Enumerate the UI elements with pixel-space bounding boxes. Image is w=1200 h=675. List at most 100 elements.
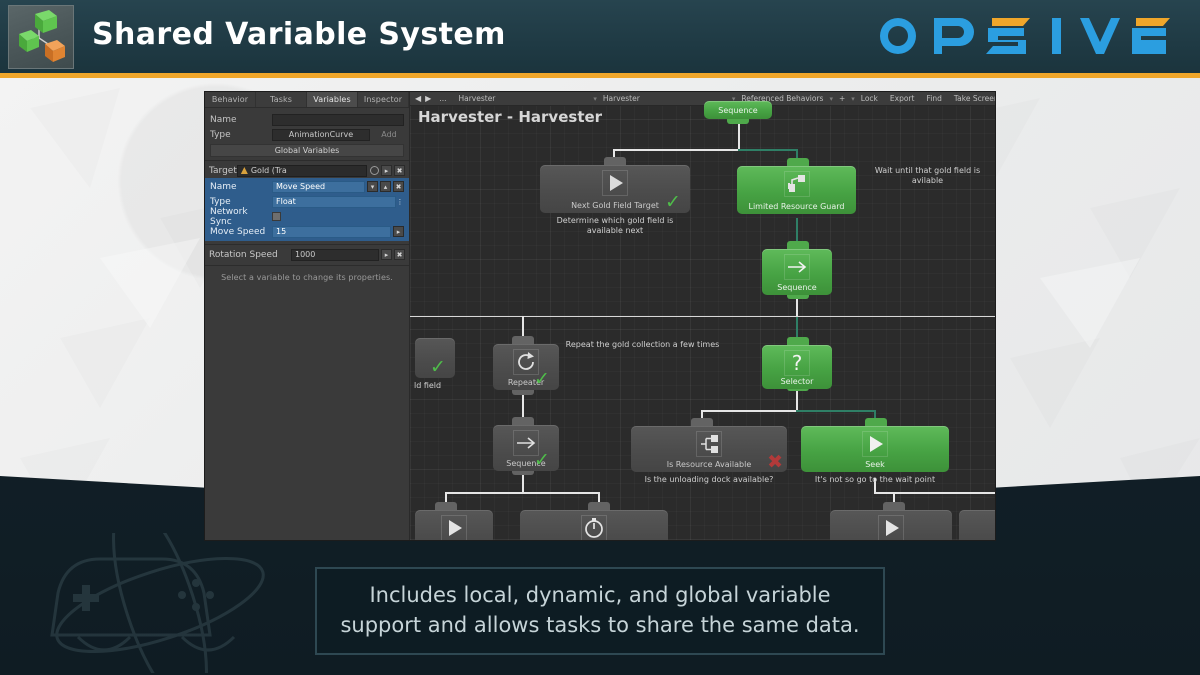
value-expand-button[interactable]: ▸	[393, 226, 404, 237]
variable-row-target[interactable]: Target Gold (Tra ▸ ✖	[205, 163, 409, 178]
edge-repeater-sequence3	[522, 393, 524, 419]
status-check-icon: ✓	[665, 195, 687, 211]
behavior-tree-canvas[interactable]: ◀ ▶ ... Harvester ▾ Harvester ▾ Referenc…	[410, 92, 995, 540]
target-object-field[interactable]: Gold (Tra	[237, 165, 367, 177]
node-bottom-edge[interactable]	[959, 510, 995, 540]
annotation-resource: Is the unloading dock available?	[621, 475, 797, 485]
add-reference-button[interactable]: +	[833, 94, 851, 103]
node-sequence-3[interactable]: Sequence ✓	[493, 425, 559, 471]
play-icon	[862, 431, 888, 457]
lock-button[interactable]: Lock	[855, 94, 884, 103]
nav-forward-icon[interactable]: ▶	[423, 94, 433, 103]
caption-line-1: Includes local, dynamic, and global vari…	[369, 581, 830, 611]
status-check-icon: ✓	[430, 360, 452, 376]
node-next-gold-field-target[interactable]: Next Gold Field Target ✓	[540, 165, 690, 213]
node-id-field[interactable]: ✓	[415, 338, 455, 378]
inspector-hint: Select a variable to change its properti…	[205, 273, 409, 282]
selected-variable-block: Name Move Speed ▾ ▴ ✖ Type Float ⋮ Netwo…	[205, 178, 409, 241]
breadcrumb-item-2[interactable]: Harvester	[597, 94, 646, 103]
play-icon	[878, 515, 904, 540]
rotation-speed-delete-button[interactable]: ✖	[394, 249, 405, 260]
target-expand-button[interactable]: ▸	[381, 165, 392, 176]
selected-name-row: Name Move Speed ▾ ▴ ✖	[205, 179, 409, 194]
arrow-right-icon	[784, 254, 810, 280]
network-sync-row: Network Sync	[205, 209, 409, 224]
edge-selector-right	[796, 410, 876, 412]
global-variables-header[interactable]: Global Variables	[210, 144, 404, 157]
delete-variable-button[interactable]: ✖	[393, 181, 404, 192]
status-cross-icon: ✖	[767, 454, 783, 470]
play-icon	[441, 515, 467, 540]
nav-back-icon[interactable]: ◀	[413, 94, 423, 103]
play-icon	[602, 170, 628, 196]
node-seek[interactable]: Seek	[801, 426, 949, 472]
annotation-guard: Wait until that gold field is avilable	[865, 166, 990, 186]
node-root-sequence[interactable]: Sequence	[704, 101, 772, 119]
product-logo-icon	[8, 5, 74, 69]
opsive-logo	[876, 14, 1176, 58]
new-variable-type-dropdown[interactable]: AnimationCurve	[272, 129, 370, 141]
header-accent-rule	[0, 73, 1200, 78]
edge-sequence3-down	[522, 473, 524, 493]
node-bottom-play-2[interactable]	[830, 510, 952, 540]
selected-value-label: Move Speed	[210, 227, 272, 237]
node-is-resource-available[interactable]: Is Resource Available ✖	[631, 426, 787, 472]
take-screenshot-button[interactable]: Take Screenshot	[948, 94, 995, 103]
add-variable-button[interactable]: Add	[374, 129, 404, 141]
edge-to-repeater	[522, 316, 524, 338]
caption-line-2: support and allows tasks to share the sa…	[340, 611, 859, 641]
node-label: Is Resource Available	[667, 460, 752, 469]
selected-type-dropdown[interactable]: Float	[272, 196, 396, 208]
node-limited-resource-guard[interactable]: Limited Resource Guard	[737, 166, 856, 214]
unity-editor-window: Behavior Tasks Variables Inspector Name …	[205, 92, 995, 540]
rotation-speed-label: Rotation Speed	[209, 250, 291, 260]
caption-box: Includes local, dynamic, and global vari…	[315, 567, 885, 655]
selected-value-row: Move Speed 15 ▸	[205, 224, 409, 239]
object-picker-icon[interactable]	[370, 166, 379, 175]
breadcrumb-item-1[interactable]: Harvester	[452, 94, 501, 103]
new-variable-type-row: Type AnimationCurve Add	[205, 127, 409, 142]
tab-tasks[interactable]: Tasks	[256, 92, 307, 107]
node-label: Next Gold Field Target	[571, 201, 659, 210]
edge-root-left	[613, 149, 740, 151]
find-button[interactable]: Find	[920, 94, 947, 103]
rotation-speed-input[interactable]: 1000	[291, 249, 379, 261]
tab-inspector[interactable]: Inspector	[358, 92, 409, 107]
edge-horizontal-rail	[410, 316, 995, 317]
selected-name-label: Name	[210, 182, 272, 192]
network-sync-checkbox[interactable]	[272, 212, 281, 221]
node-repeater[interactable]: Repeater ✓	[493, 344, 559, 390]
rotation-speed-expand-button[interactable]: ▸	[381, 249, 392, 260]
node-bottom-timer[interactable]	[520, 510, 668, 540]
tab-variables[interactable]: Variables	[307, 92, 358, 107]
new-variable-type-label: Type	[210, 130, 272, 140]
node-bottom-play-1[interactable]	[415, 510, 493, 540]
variable-row-rotation-speed[interactable]: Rotation Speed 1000 ▸ ✖	[205, 247, 409, 262]
status-check-icon: ✓	[534, 453, 556, 469]
selected-value-input[interactable]: 15	[272, 226, 391, 238]
edge-selector-down	[796, 389, 798, 411]
svg-text:?: ?	[792, 351, 803, 375]
chevron-down-icon: ⋮	[396, 198, 404, 206]
timer-icon	[581, 515, 607, 540]
selected-name-input[interactable]: Move Speed	[272, 181, 365, 193]
divider-2	[205, 244, 409, 245]
node-selector[interactable]: ? Selector	[762, 345, 832, 389]
node-sequence-2[interactable]: Sequence	[762, 249, 832, 295]
node-label: Sequence	[777, 283, 816, 292]
selected-type-label: Type	[210, 197, 272, 207]
annotation-id-field: ld field	[410, 381, 470, 391]
new-variable-name-row: Name	[205, 112, 409, 127]
guard-icon	[784, 171, 810, 197]
move-up-button[interactable]: ▴	[380, 181, 391, 192]
target-delete-button[interactable]: ✖	[394, 165, 405, 176]
new-variable-name-input[interactable]	[272, 114, 404, 126]
move-down-button[interactable]: ▾	[367, 181, 378, 192]
annotation-next-gold: Determine which gold field is available …	[540, 216, 690, 236]
breadcrumb-ellipsis[interactable]: ...	[433, 94, 452, 103]
tab-behavior[interactable]: Behavior	[205, 92, 256, 107]
divider-3	[205, 265, 409, 266]
behavior-tree-toolbar: ◀ ▶ ... Harvester ▾ Harvester ▾ Referenc…	[410, 92, 995, 106]
annotation-repeater: Repeat the gold collection a few times	[565, 340, 720, 350]
export-button[interactable]: Export	[884, 94, 921, 103]
